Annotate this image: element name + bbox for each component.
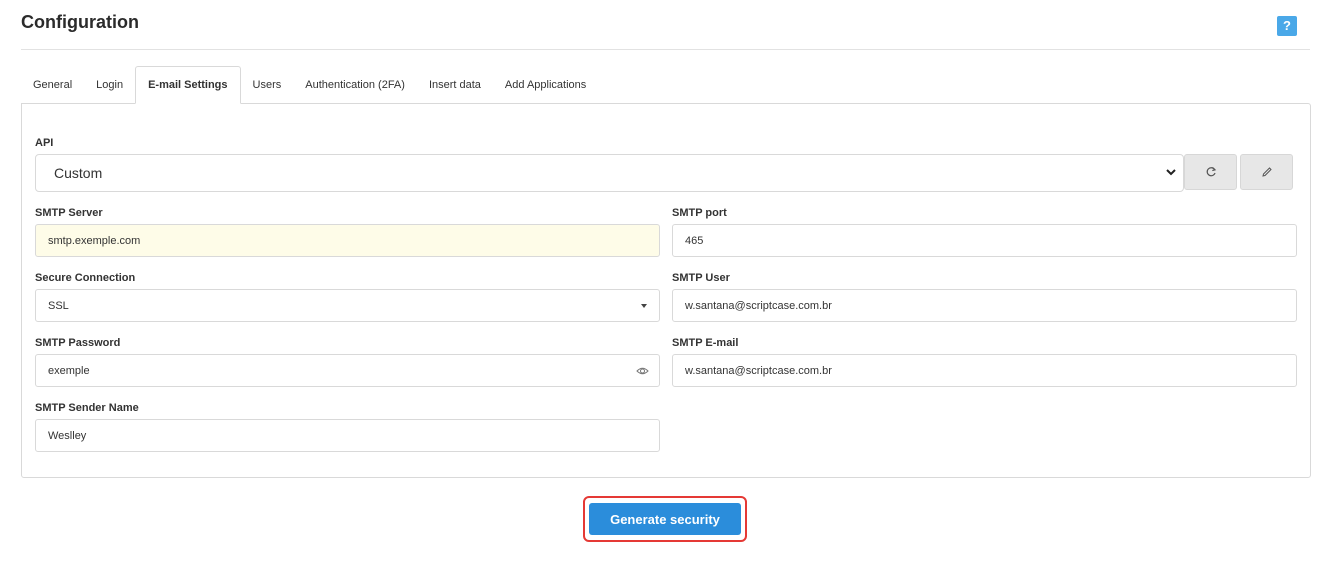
tab-email-settings[interactable]: E-mail Settings: [135, 66, 241, 104]
tab-users[interactable]: Users: [241, 66, 294, 104]
generate-security-highlight: Generate security: [583, 496, 747, 542]
page-title: Configuration: [21, 12, 139, 32]
secure-connection-select[interactable]: SSL: [35, 289, 660, 322]
smtp-server-label: SMTP Server: [35, 207, 103, 219]
api-label: API: [35, 137, 54, 149]
smtp-email-value: w.santana@scriptcase.com.br: [685, 364, 832, 377]
chevron-down-icon: [1166, 169, 1176, 176]
caret-down-icon: [641, 304, 647, 308]
smtp-email-label: SMTP E-mail: [672, 337, 739, 349]
smtp-sender-name-label: SMTP Sender Name: [35, 402, 139, 414]
api-select[interactable]: Custom: [35, 154, 1184, 192]
smtp-server-input[interactable]: smtp.exemple.com: [35, 224, 660, 257]
smtp-server-value: smtp.exemple.com: [48, 234, 141, 247]
tab-login[interactable]: Login: [84, 66, 135, 104]
smtp-password-label: SMTP Password: [35, 337, 121, 349]
smtp-user-label: SMTP User: [672, 272, 730, 284]
header-divider: [21, 49, 1310, 50]
secure-connection-label: Secure Connection: [35, 272, 136, 284]
tab-general[interactable]: General: [21, 66, 84, 104]
smtp-sender-name-value: Weslley: [48, 429, 87, 442]
smtp-email-input[interactable]: w.santana@scriptcase.com.br: [672, 354, 1297, 387]
smtp-password-input[interactable]: exemple: [35, 354, 660, 387]
smtp-user-input[interactable]: w.santana@scriptcase.com.br: [672, 289, 1297, 322]
secure-connection-value: SSL: [48, 299, 69, 312]
smtp-port-input[interactable]: 465: [672, 224, 1297, 257]
edit-button[interactable]: [1240, 154, 1293, 190]
refresh-button[interactable]: [1184, 154, 1237, 190]
generate-security-button[interactable]: Generate security: [589, 503, 741, 535]
refresh-icon: [1206, 167, 1216, 177]
api-select-value: Custom: [54, 165, 103, 181]
smtp-password-value: exemple: [48, 364, 90, 377]
smtp-port-value: 465: [685, 234, 704, 247]
pencil-icon: [1261, 167, 1272, 177]
help-icon[interactable]: ?: [1277, 16, 1297, 36]
tab-bar: General Login E-mail Settings Users Auth…: [21, 66, 598, 104]
smtp-user-value: w.santana@scriptcase.com.br: [685, 299, 832, 312]
smtp-sender-name-input[interactable]: Weslley: [35, 419, 660, 452]
tab-add-applications[interactable]: Add Applications: [493, 66, 598, 104]
tab-authentication-2fa[interactable]: Authentication (2FA): [293, 66, 417, 104]
smtp-port-label: SMTP port: [672, 207, 727, 219]
tab-insert-data[interactable]: Insert data: [417, 66, 493, 104]
eye-icon[interactable]: [636, 365, 649, 377]
